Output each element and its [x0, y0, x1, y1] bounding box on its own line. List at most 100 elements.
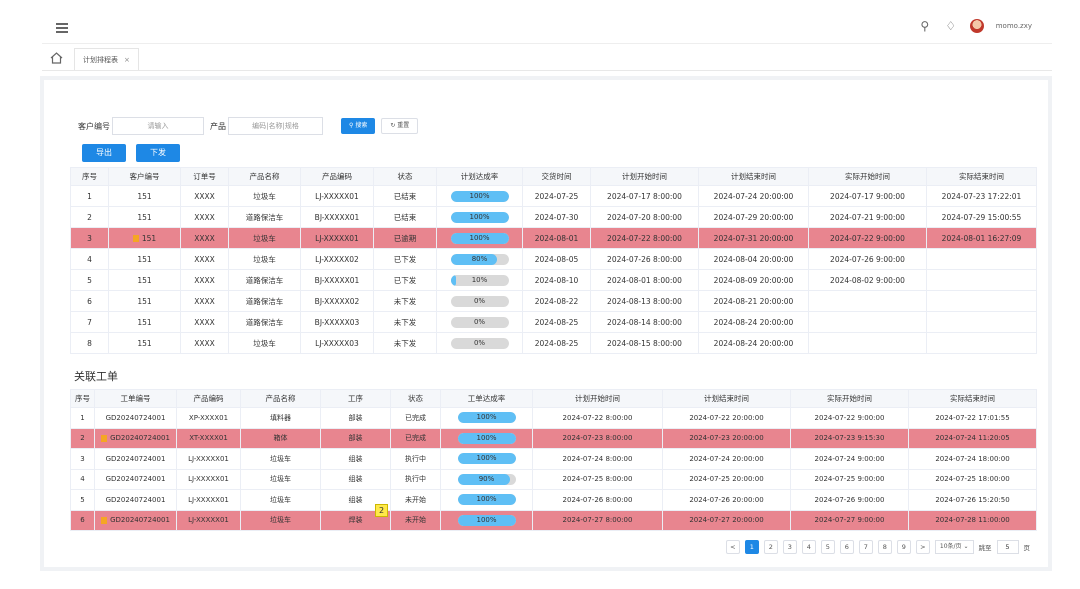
column-header[interactable]: 工单编号 [94, 389, 177, 408]
username[interactable]: momo.zxy [996, 22, 1032, 30]
column-header[interactable]: 产品编码 [176, 389, 241, 408]
page-button-8[interactable]: 8 [877, 540, 892, 554]
page-button-1[interactable]: 1 [744, 540, 759, 554]
page-button-6[interactable]: 6 [839, 540, 854, 554]
column-header[interactable]: 状态 [390, 389, 441, 408]
table-cell-name: 填料器 [240, 407, 321, 429]
table-cell-as [808, 332, 927, 354]
page-button-7[interactable]: 7 [858, 540, 873, 554]
table-row[interactable]: 3 GD20240724001 LJ-XXXXX01 垃圾车 组装 执行中 100% 2024… [70, 448, 1037, 470]
table-cell-status: 未下发 [373, 290, 437, 312]
page-button-3[interactable]: 3 [782, 540, 797, 554]
table-row[interactable]: 4 GD20240724001 LJ-XXXXX01 垃圾车 组装 执行中 90% 2024-… [70, 468, 1037, 490]
table-row[interactable]: 3 151 XXXX 垃圾车 LJ-XXXXX01 已逾期 100% 2024-08-01 20… [70, 227, 1037, 249]
table-cell-name: 垃圾车 [228, 332, 301, 354]
table-row[interactable]: 1 GD20240724001 XP-XXXX01 填料器 部装 已完成 100% 2024-… [70, 407, 1037, 429]
table-cell-as: 2024-07-27 9:00:00 [790, 509, 909, 531]
next-page-button[interactable]: > [915, 540, 930, 554]
column-header[interactable]: 计划开始时间 [590, 167, 699, 186]
table-cell-name: 垃圾车 [240, 448, 321, 470]
menu-icon[interactable] [56, 23, 68, 33]
product-input[interactable]: 编码|名称|规格 [228, 117, 323, 135]
progress-bar: 0% [450, 316, 509, 328]
table-cell-rate: 0% [436, 290, 523, 312]
page-button-5[interactable]: 5 [820, 540, 835, 554]
reset-button[interactable]: ↻ 重置 [381, 118, 419, 134]
prev-page-button[interactable]: < [725, 540, 740, 554]
column-header[interactable]: 计划结束时间 [698, 167, 809, 186]
table-cell-ps: 2024-07-27 8:00:00 [532, 509, 663, 531]
home-icon[interactable] [50, 52, 63, 64]
column-header[interactable]: 工单达成率 [440, 389, 533, 408]
page-button-9[interactable]: 9 [896, 540, 911, 554]
table-cell-no: 1 [70, 407, 95, 429]
table-cell-code: LJ-XXXXX02 [300, 248, 374, 270]
tab-bar: 计划排程表 × [42, 45, 1052, 71]
search-button[interactable]: ⚲ 搜索 [341, 118, 376, 134]
table-row[interactable]: 2 GD20240724001 XT-XXXX01 箱体 部装 已完成 100% 2024-0… [70, 427, 1037, 449]
table-row[interactable]: 6 GD20240724001 LJ-XXXXX01 垃圾车 焊装 未开始 100% 2024… [70, 509, 1037, 531]
table-cell-order: XXXX [180, 269, 229, 291]
column-header[interactable]: 计划结束时间 [662, 389, 791, 408]
table-row[interactable]: 6 151 XXXX 道路保洁车 BJ-XXXXX02 未下发 0% 2024-08-22 20… [70, 290, 1037, 312]
table-row[interactable]: 5 151 XXXX 道路保洁车 BJ-XXXXX01 已下发 10% 2024-08-10 2… [70, 269, 1037, 291]
column-header[interactable]: 产品名称 [228, 167, 301, 186]
table-row[interactable]: 7 151 XXXX 道路保洁车 BJ-XXXXX03 未下发 0% 2024-08-25 20… [70, 311, 1037, 333]
progress-label: 100% [476, 454, 497, 463]
close-icon[interactable]: × [124, 56, 130, 64]
table-cell-code: LJ-XXXXX01 [176, 448, 241, 470]
work-order-value: GD20240724001 [110, 434, 170, 443]
page-button-4[interactable]: 4 [801, 540, 816, 554]
table-cell-wo: GD20240724001 [94, 468, 177, 490]
column-header[interactable]: 产品名称 [240, 389, 321, 408]
table-cell-pe: 2024-07-31 20:00:00 [698, 227, 809, 249]
table-cell-code: LJ-XXXXX01 [300, 185, 374, 207]
column-header[interactable]: 产品编码 [300, 167, 374, 186]
work-order-table: 序号 工单编号 产品编码 产品名称 工序 状态 工单达成率 计划开始时间 计划结束时间 实际开始时… [70, 389, 1037, 531]
customer-label: 客户编号 [78, 121, 110, 131]
avatar[interactable] [969, 19, 984, 33]
column-header[interactable]: 计划达成率 [436, 167, 523, 186]
page-size-select[interactable]: 10条/页 ⌄ [934, 540, 974, 554]
export-button[interactable]: 导出 [82, 144, 126, 162]
column-header[interactable]: 实际结束时间 [908, 389, 1037, 408]
table-cell-pe: 2024-08-09 20:00:00 [698, 269, 809, 291]
column-header[interactable]: 序号 [70, 167, 109, 186]
table-row[interactable]: 8 151 XXXX 垃圾车 LJ-XXXXX03 未下发 0% 2024-08-25 2024… [70, 332, 1037, 354]
column-header[interactable]: 计划开始时间 [532, 389, 663, 408]
table-cell-delivery: 2024-08-22 [522, 290, 591, 312]
table-cell-ae: 2024-08-01 16:27:09 [926, 227, 1037, 249]
bell-icon[interactable]: ♢ [944, 19, 958, 33]
table-row[interactable]: 1 151 XXXX 垃圾车 LJ-XXXXX01 已结束 100% 2024-07-25 20… [70, 185, 1037, 207]
table-row[interactable]: 4 151 XXXX 垃圾车 LJ-XXXXX02 已下发 80% 2024-08-05 202… [70, 248, 1037, 270]
table-cell-ae [926, 311, 1037, 333]
customer-value: 151 [141, 233, 157, 243]
table-cell-status: 已结束 [373, 185, 437, 207]
progress-label: 100% [476, 515, 497, 524]
tab-plan-schedule[interactable]: 计划排程表 × [74, 48, 139, 70]
page-button-2[interactable]: 2 [763, 540, 778, 554]
table-row[interactable]: 2 151 XXXX 道路保洁车 BJ-XXXXX01 已结束 100% 2024-07-30… [70, 206, 1037, 228]
column-header[interactable]: 状态 [373, 167, 437, 186]
table-cell-name: 道路保洁车 [228, 290, 301, 312]
column-header[interactable]: 序号 [70, 389, 95, 408]
column-header[interactable]: 客户编号 [108, 167, 181, 186]
column-header[interactable]: 实际开始时间 [808, 167, 927, 186]
table-cell-delivery: 2024-08-01 [522, 227, 591, 249]
column-header[interactable]: 工序 [320, 389, 391, 408]
column-header[interactable]: 交货时间 [522, 167, 591, 186]
column-header[interactable]: 实际开始时间 [790, 389, 909, 408]
goto-input[interactable]: 5 [996, 540, 1019, 554]
table-cell-as: 2024-07-22 9:00:00 [790, 407, 909, 429]
table-row[interactable]: 5 GD20240724001 LJ-XXXXX01 垃圾车 组装 未开始 100% 2024… [70, 489, 1037, 511]
search-icon[interactable]: ⚲ [918, 19, 932, 33]
progress-label: 100% [476, 433, 497, 442]
column-header[interactable]: 订单号 [180, 167, 229, 186]
issue-button[interactable]: 下发 [136, 144, 180, 162]
work-order-section-title: 关联工单 [74, 370, 118, 383]
progress-label: 100% [469, 212, 490, 221]
table-cell-ae: 2024-07-25 18:00:00 [908, 468, 1037, 490]
column-header[interactable]: 实际结束时间 [926, 167, 1037, 186]
customer-input[interactable]: 请输入 [112, 117, 204, 135]
table-cell-status: 未开始 [390, 509, 441, 531]
